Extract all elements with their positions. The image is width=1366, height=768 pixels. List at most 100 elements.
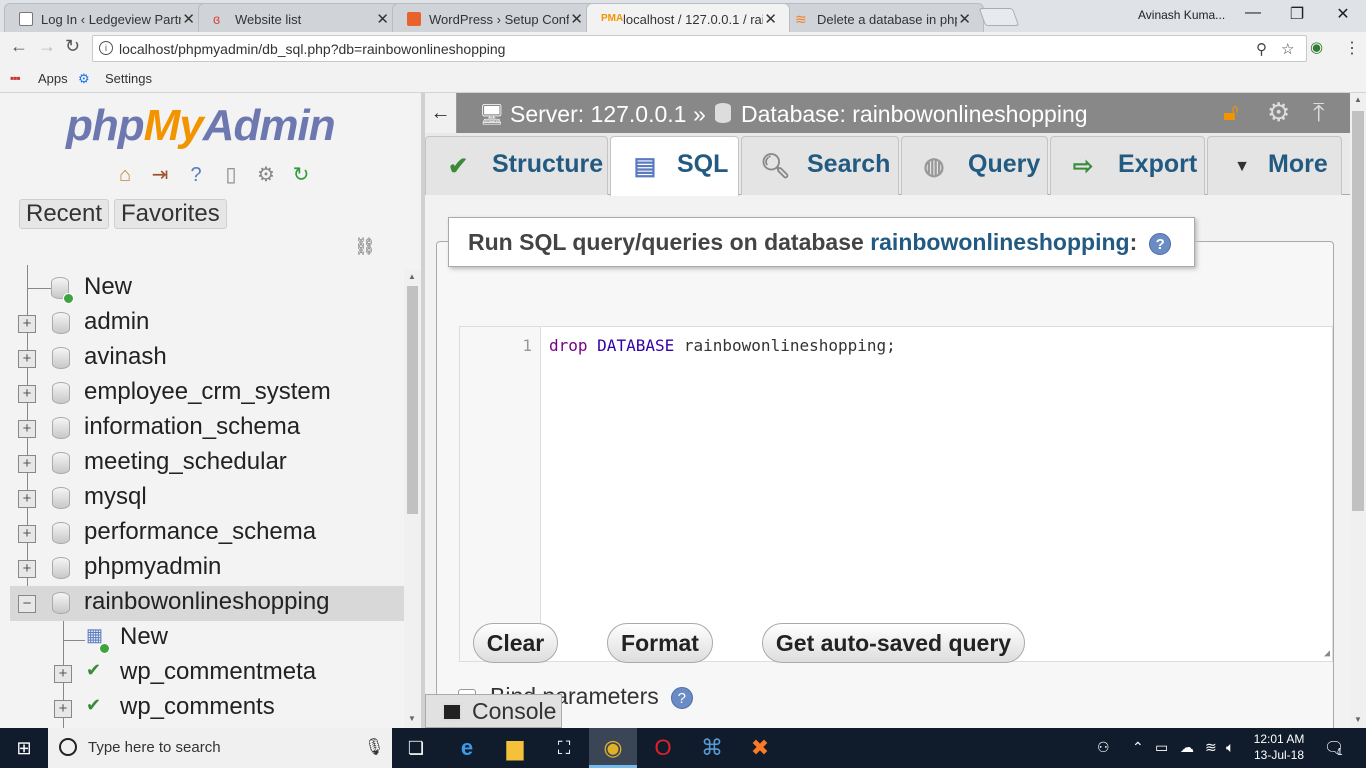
browser-tab[interactable]: WordPress › Setup Config ✕ bbox=[392, 3, 596, 32]
tree-item-meeting-schedular[interactable]: + meeting_schedular bbox=[0, 446, 404, 481]
scrollbar-thumb[interactable] bbox=[407, 286, 418, 514]
chrome-icon[interactable]: ◉ bbox=[589, 728, 637, 768]
apps-grid-icon[interactable]: ▪▪▪ bbox=[10, 71, 21, 85]
expand-icon[interactable]: + bbox=[18, 455, 36, 473]
clock[interactable]: 12:01 AM 13-Jul-18 bbox=[1244, 731, 1314, 763]
people-icon[interactable]: ⚇ bbox=[1097, 739, 1110, 756]
favorites-button[interactable]: Favorites bbox=[114, 199, 227, 229]
sql-code[interactable]: drop DATABASE rainbowonlineshopping; bbox=[549, 336, 896, 355]
tree-item-wp-comments[interactable]: + ✔ wp_comments bbox=[0, 691, 404, 726]
refresh-icon[interactable]: ↻ bbox=[289, 163, 313, 187]
new-tab-button[interactable] bbox=[978, 8, 1020, 26]
tree-item-information-schema[interactable]: + information_schema bbox=[0, 411, 404, 446]
tab-structure[interactable]: ✔ Structure bbox=[425, 136, 608, 195]
gear-icon[interactable]: ⚙ bbox=[1267, 97, 1290, 128]
expand-icon[interactable]: + bbox=[18, 525, 36, 543]
collapse-arrow-icon[interactable]: ← bbox=[425, 93, 457, 133]
expand-icon[interactable]: + bbox=[18, 420, 36, 438]
minimize-icon[interactable]: — bbox=[1233, 4, 1273, 22]
browser-menu-icon[interactable]: ⋮ bbox=[1344, 38, 1360, 58]
maximize-icon[interactable]: ❐ bbox=[1277, 4, 1317, 24]
navigation-scrollbar[interactable]: ▲ ▼ bbox=[404, 270, 421, 728]
info-icon[interactable]: i bbox=[99, 41, 113, 55]
expand-icon[interactable]: + bbox=[54, 665, 72, 683]
task-view-icon[interactable]: ❏ bbox=[392, 728, 440, 768]
store-icon[interactable]: ⛶ bbox=[540, 728, 588, 768]
expand-icon[interactable]: + bbox=[54, 700, 72, 718]
file-explorer-icon[interactable]: ▆ bbox=[491, 728, 539, 768]
browser-tab[interactable]: Log In ‹ Ledgeview Partne ✕ bbox=[4, 3, 208, 32]
close-icon[interactable]: ✕ bbox=[182, 10, 195, 28]
tree-item-mysql[interactable]: + mysql bbox=[0, 481, 404, 516]
tree-item-avinash[interactable]: + avinash bbox=[0, 341, 404, 376]
scroll-down-icon[interactable]: ▼ bbox=[1354, 715, 1362, 724]
tab-query[interactable]: ◍ Query bbox=[901, 136, 1048, 195]
settings-icon[interactable]: ⚙ bbox=[254, 163, 278, 187]
extension-icon[interactable]: ◉ bbox=[1310, 38, 1323, 56]
back-icon[interactable]: ← bbox=[10, 36, 28, 57]
lock-icon[interactable]: 🔓︎ bbox=[1223, 99, 1239, 127]
wifi-icon[interactable]: ≋ bbox=[1205, 739, 1217, 756]
home-icon[interactable]: ⌂ bbox=[113, 163, 137, 187]
browser-tab[interactable]: ɞ Website list ✕ bbox=[198, 3, 402, 32]
scrollbar-thumb[interactable] bbox=[1352, 111, 1364, 511]
xampp-icon[interactable]: ✖ bbox=[736, 728, 784, 768]
scroll-up-icon[interactable]: ▲ bbox=[408, 272, 416, 281]
bookmark-settings[interactable]: Settings bbox=[105, 71, 152, 86]
clear-button[interactable]: Clear bbox=[473, 623, 558, 663]
recent-button[interactable]: Recent bbox=[19, 199, 110, 229]
window-close-icon[interactable]: ✕ bbox=[1323, 4, 1363, 24]
tab-search[interactable]: 🔍︎ Search bbox=[741, 136, 899, 195]
close-icon[interactable]: ✕ bbox=[570, 10, 583, 28]
scroll-down-icon[interactable]: ▼ bbox=[408, 714, 416, 723]
windows-start-icon[interactable]: ⊞ bbox=[0, 728, 48, 768]
close-icon[interactable]: ✕ bbox=[958, 10, 971, 28]
zoom-icon[interactable]: ⚲ bbox=[1256, 40, 1267, 58]
profile-name[interactable]: Avinash Kuma... bbox=[1138, 8, 1225, 22]
tree-item-rainbowonlineshopping[interactable]: − rainbowonlineshopping bbox=[10, 586, 404, 621]
help-icon[interactable]: ? bbox=[184, 163, 208, 187]
link-icon[interactable]: ⛓ bbox=[354, 237, 376, 257]
gear-icon[interactable]: ⚙ bbox=[78, 71, 90, 87]
battery-icon[interactable]: ▭ bbox=[1155, 739, 1168, 756]
onedrive-icon[interactable]: ☁ bbox=[1180, 739, 1194, 756]
volume-icon[interactable]: 🔈︎ bbox=[1226, 739, 1234, 756]
bookmark-apps[interactable]: Apps bbox=[38, 71, 68, 86]
expand-icon[interactable]: + bbox=[18, 560, 36, 578]
collapse-top-icon[interactable]: ⤒ bbox=[1313, 97, 1325, 129]
browser-tab-active[interactable]: PMA localhost / 127.0.0.1 / rai ✕ bbox=[586, 3, 790, 32]
docs-icon[interactable]: ▯ bbox=[219, 163, 243, 187]
browser-tab[interactable]: ≋ Delete a database in php ✕ bbox=[780, 3, 984, 32]
opera-icon[interactable]: O bbox=[639, 728, 687, 768]
tree-item-new-table[interactable]: ▦ New bbox=[0, 621, 404, 656]
tray-expand-icon[interactable]: ⌃ bbox=[1132, 739, 1144, 756]
help-icon[interactable]: ? bbox=[1149, 232, 1172, 255]
logout-icon[interactable]: ⇥ bbox=[148, 163, 172, 187]
tree-item-new-database[interactable]: New bbox=[0, 271, 404, 306]
close-icon[interactable]: ✕ bbox=[764, 10, 777, 28]
console-toggle[interactable]: Console bbox=[425, 694, 562, 728]
expand-icon[interactable]: + bbox=[18, 490, 36, 508]
expand-icon[interactable]: + bbox=[18, 315, 36, 333]
microphone-icon[interactable]: 🎙︎ bbox=[364, 737, 384, 757]
format-button[interactable]: Format bbox=[607, 623, 713, 663]
close-icon[interactable]: ✕ bbox=[376, 10, 389, 28]
python-icon[interactable]: ⌘ bbox=[688, 728, 736, 768]
resize-handle-icon[interactable]: ◢ bbox=[1324, 648, 1330, 659]
expand-icon[interactable]: + bbox=[18, 350, 36, 368]
breadcrumb-server[interactable]: Server: 127.0.0.1 bbox=[510, 101, 686, 128]
main-scrollbar[interactable]: ▲ ▼ bbox=[1350, 93, 1366, 728]
tree-item-performance-schema[interactable]: + performance_schema bbox=[0, 516, 404, 551]
collapse-icon[interactable]: − bbox=[18, 595, 36, 613]
expand-icon[interactable]: + bbox=[18, 385, 36, 403]
tree-item-admin[interactable]: + admin bbox=[0, 306, 404, 341]
tree-item-wp-commentmeta[interactable]: + ✔ wp_commentmeta bbox=[0, 656, 404, 691]
forward-icon[interactable]: → bbox=[38, 36, 56, 57]
tab-export[interactable]: ⇨ Export bbox=[1050, 136, 1205, 195]
taskbar-search[interactable]: Type here to search 🎙︎ bbox=[48, 728, 392, 768]
star-icon[interactable]: ☆ bbox=[1281, 40, 1294, 58]
address-bar[interactable]: i localhost/phpmyadmin/db_sql.php?db=rai… bbox=[92, 35, 1307, 62]
tab-more[interactable]: ▼ More bbox=[1207, 136, 1342, 195]
tree-item-employee-crm-system[interactable]: + employee_crm_system bbox=[0, 376, 404, 411]
tree-item-phpmyadmin[interactable]: + phpmyadmin bbox=[0, 551, 404, 586]
